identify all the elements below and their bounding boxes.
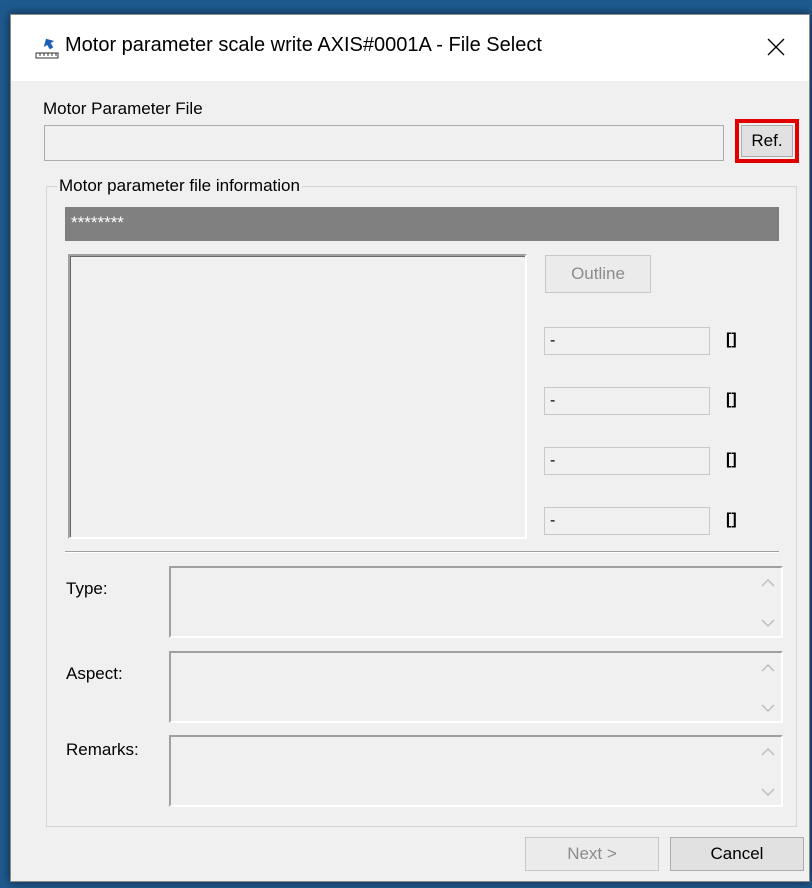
motor-parameter-file-input[interactable] (44, 125, 724, 161)
value-field-4: - (544, 507, 710, 535)
scroll-up-icon (761, 663, 775, 672)
value-field-3: - (544, 447, 710, 475)
aspect-label: Aspect: (66, 664, 123, 683)
section-divider (65, 551, 779, 553)
type-scrollbar[interactable] (755, 568, 781, 636)
close-button[interactable] (743, 15, 809, 81)
type-textarea[interactable] (169, 566, 783, 638)
scroll-up-icon (761, 747, 775, 756)
scroll-down-icon (761, 619, 775, 628)
cancel-button[interactable]: Cancel (670, 837, 804, 871)
unit-label-4: [] (726, 511, 737, 528)
next-button[interactable]: Next > (525, 837, 659, 871)
motor-parameter-file-label: Motor Parameter File (43, 99, 203, 118)
title-bar: Motor parameter scale write AXIS#0001A -… (11, 15, 809, 81)
close-icon (767, 38, 785, 56)
unit-label-2: [] (726, 391, 737, 408)
value-field-1: - (544, 327, 710, 355)
type-label: Type: (66, 579, 108, 598)
parameter-header-bar: ******** (65, 207, 779, 241)
scroll-up-icon (761, 578, 775, 587)
scroll-down-icon (761, 788, 775, 797)
scroll-down-icon (761, 704, 775, 713)
aspect-scrollbar[interactable] (755, 653, 781, 721)
remarks-textarea[interactable] (169, 735, 783, 807)
file-select-dialog: Motor parameter scale write AXIS#0001A -… (10, 14, 810, 882)
outline-button[interactable]: Outline (545, 255, 651, 293)
unit-label-3: [] (726, 451, 737, 468)
remarks-label: Remarks: (66, 740, 139, 759)
value-field-2: - (544, 387, 710, 415)
motor-scale-icon (35, 38, 59, 59)
window-title: Motor parameter scale write AXIS#0001A -… (65, 34, 542, 56)
unit-label-1: [] (726, 331, 737, 348)
aspect-textarea[interactable] (169, 651, 783, 723)
parameter-preview-area (68, 254, 527, 539)
group-legend: Motor parameter file information (57, 176, 302, 196)
ref-button[interactable]: Ref. (741, 125, 793, 157)
remarks-scrollbar[interactable] (755, 737, 781, 805)
